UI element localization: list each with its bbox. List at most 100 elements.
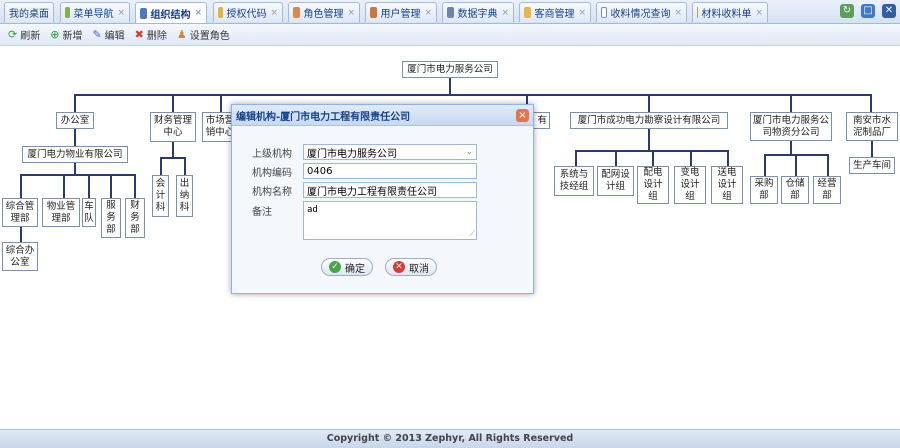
resize-handle-icon[interactable]: ⟋ [469, 229, 475, 239]
org-node-materials-company[interactable]: 厦门市电力服务公司物资分公司 [750, 112, 832, 141]
copyright-text: Copyright © 2013 Zephyr, All Rights Rese… [326, 433, 574, 444]
ok-button[interactable]: ✓ 确定 [321, 258, 373, 276]
parent-org-row: 上级机构 厦门市电力服务公司 ⌄ [252, 144, 477, 160]
org-node-operations[interactable]: 经营部 [813, 176, 841, 204]
org-node-cashier[interactable]: 出纳科 [176, 175, 193, 217]
user-icon [370, 7, 378, 18]
org-node-dept-fleet[interactable]: 车队 [82, 198, 96, 227]
dialog-title: 编辑机构-厦门市电力工程有限责任公司 [236, 111, 411, 123]
tab-merchant-management[interactable]: 客商管理 × [519, 2, 591, 22]
close-icon[interactable]: × [674, 8, 682, 18]
close-icon[interactable]: × [117, 8, 125, 18]
connector-line [20, 174, 135, 176]
tab-label: 我的桌面 [9, 9, 49, 20]
footer: Copyright © 2013 Zephyr, All Rights Rese… [0, 429, 900, 448]
org-node-dept-service[interactable]: 服务部 [101, 198, 121, 238]
close-icon[interactable]: × [501, 8, 509, 18]
pencil-icon: ✎ [92, 28, 102, 41]
close-icon[interactable]: × [347, 8, 355, 18]
tab-role-management[interactable]: 角色管理 × [288, 2, 360, 22]
tab-user-management[interactable]: 用户管理 × [365, 2, 437, 22]
connector-line [690, 150, 692, 166]
close-icon[interactable]: × [578, 8, 586, 18]
org-node-production-workshop[interactable]: 生产车间 [849, 157, 895, 174]
delete-icon: ✖ [134, 28, 144, 41]
tab-my-desktop[interactable]: 我的桌面 [4, 2, 54, 22]
org-node-distribution-design[interactable]: 配电设计组 [637, 166, 669, 204]
org-node-dept-finance[interactable]: 财务部 [125, 198, 145, 238]
close-icon[interactable]: × [194, 8, 202, 18]
connector-line [790, 141, 792, 155]
close-icon[interactable]: × [424, 8, 432, 18]
org-node-property-company[interactable]: 厦门电力物业有限公司 [22, 146, 128, 163]
refresh-button[interactable]: ⟳ 刷新 [8, 27, 40, 42]
tab-data-dictionary[interactable]: 数据字典 × [442, 2, 514, 22]
close-icon[interactable]: × [270, 8, 278, 18]
add-label: 新增 [62, 31, 83, 42]
connector-line [727, 150, 729, 166]
add-button[interactable]: ⊕ 新增 [50, 27, 82, 42]
connector-line [74, 129, 76, 146]
org-node-accounting[interactable]: 会计科 [152, 175, 169, 217]
tab-label: 客商管理 [534, 9, 575, 20]
connector-line [827, 154, 829, 176]
toolbar: ⟳ 刷新 ⊕ 新增 ✎ 编辑 ✖ 删除 ♟ 设置角色 [0, 24, 900, 46]
tab-menu-nav[interactable]: 菜单导航 × [60, 2, 130, 22]
home-icon [697, 7, 699, 18]
maximize-icon[interactable]: □ [861, 4, 875, 18]
role-icon [293, 7, 301, 18]
close-icon[interactable]: × [755, 8, 763, 18]
org-node-substation-design[interactable]: 变电设计组 [674, 166, 706, 204]
connector-line [870, 94, 872, 112]
set-role-label: 设置角色 [189, 31, 230, 42]
tab-auth-code[interactable]: 授权代码 × [213, 2, 283, 22]
connector-line [134, 174, 136, 198]
org-node-warehouse[interactable]: 仓储部 [781, 176, 809, 204]
close-icon[interactable]: × [516, 109, 529, 122]
merchant-icon [524, 7, 532, 18]
org-code-input[interactable]: 0406 [303, 163, 477, 179]
parent-org-label: 上级机构 [252, 148, 292, 160]
edit-button[interactable]: ✎ 编辑 [92, 27, 124, 42]
tree-icon [65, 7, 71, 18]
org-node-survey-company[interactable]: 厦门市成功电力勘察设计有限公司 [570, 112, 728, 129]
org-node-office[interactable]: 办公室 [56, 112, 94, 129]
connector-line [648, 129, 650, 151]
connector-line [575, 150, 577, 166]
tab-label: 菜单导航 [73, 9, 114, 20]
tab-material-receipt[interactable]: 材料收料单 × [692, 2, 768, 22]
remark-textarea[interactable]: ad ⟋ [303, 201, 477, 240]
org-node-system-tech[interactable]: 系统与技经组 [554, 166, 594, 196]
org-name-label: 机构名称 [252, 186, 292, 198]
org-node-transmission-design[interactable]: 送电设计组 [711, 166, 743, 204]
cancel-button[interactable]: ✕ 取消 [385, 258, 437, 276]
chevron-down-icon[interactable]: ⌄ [465, 147, 473, 157]
org-node-purchasing[interactable]: 采购部 [750, 176, 778, 204]
org-node-dept-admin[interactable]: 综合管理部 [2, 198, 38, 227]
delete-button[interactable]: ✖ 删除 [135, 27, 167, 42]
org-node-root[interactable]: 厦门市电力服务公司 [402, 61, 498, 78]
org-node-comprehensive-office[interactable]: 综合办公室 [2, 242, 38, 271]
org-name-input[interactable]: 厦门市电力工程有限责任公司 [303, 182, 477, 198]
tab-receipt-query[interactable]: 收料情况查询 × [596, 2, 687, 22]
org-node-finance-center[interactable]: 财务管理中心 [150, 112, 196, 142]
check-icon: ✓ [329, 261, 341, 273]
org-code-value: 0406 [307, 165, 333, 177]
connector-line [63, 174, 65, 198]
dialog-header: 编辑机构-厦门市电力工程有限责任公司 [232, 105, 533, 126]
close-all-icon[interactable]: ✕ [882, 4, 896, 18]
set-role-button[interactable]: ♟ 设置角色 [177, 27, 230, 42]
org-chart-icon [140, 7, 148, 19]
window-icon [601, 7, 608, 18]
tab-org-structure[interactable]: 组织结构 × [135, 2, 207, 23]
parent-org-select[interactable]: 厦门市电力服务公司 ⌄ [303, 144, 477, 160]
parent-org-value: 厦门市电力服务公司 [307, 148, 397, 160]
connector-line [88, 174, 90, 198]
connector-line [790, 94, 792, 112]
remark-row: 备注 ad ⟋ [252, 201, 477, 240]
org-node-dept-property[interactable]: 物业管理部 [42, 198, 80, 227]
org-node-cement-factory[interactable]: 南安市水泥制品厂 [846, 112, 898, 141]
refresh-tab-icon[interactable]: ↻ [840, 4, 854, 18]
connector-line [764, 154, 766, 176]
org-node-grid-design[interactable]: 配网设计组 [597, 166, 634, 196]
